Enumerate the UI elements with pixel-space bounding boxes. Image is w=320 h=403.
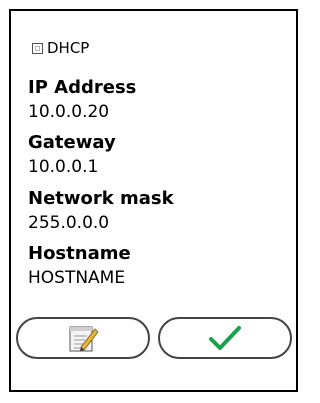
checkmark-icon: [207, 324, 243, 352]
hostname-label: Hostname: [28, 243, 131, 264]
confirm-button[interactable]: [158, 317, 292, 359]
notepad-pencil-icon: [66, 323, 100, 353]
dhcp-checkbox-row[interactable]: DHCP: [32, 38, 89, 58]
network-mask-label: Network mask: [28, 188, 174, 209]
edit-button[interactable]: [16, 317, 150, 359]
network-settings-panel: DHCP IP Address 10.0.0.20 Gateway 10.0.0…: [9, 9, 298, 392]
dhcp-label: DHCP: [47, 39, 90, 57]
hostname-value: HOSTNAME: [28, 268, 126, 288]
network-mask-value: 255.0.0.0: [28, 213, 110, 233]
dhcp-checkbox[interactable]: [32, 42, 43, 54]
gateway-label: Gateway: [28, 132, 116, 153]
ip-address-label: IP Address: [28, 77, 137, 98]
gateway-value: 10.0.0.1: [28, 157, 99, 177]
ip-address-value: 10.0.0.20: [28, 102, 110, 122]
